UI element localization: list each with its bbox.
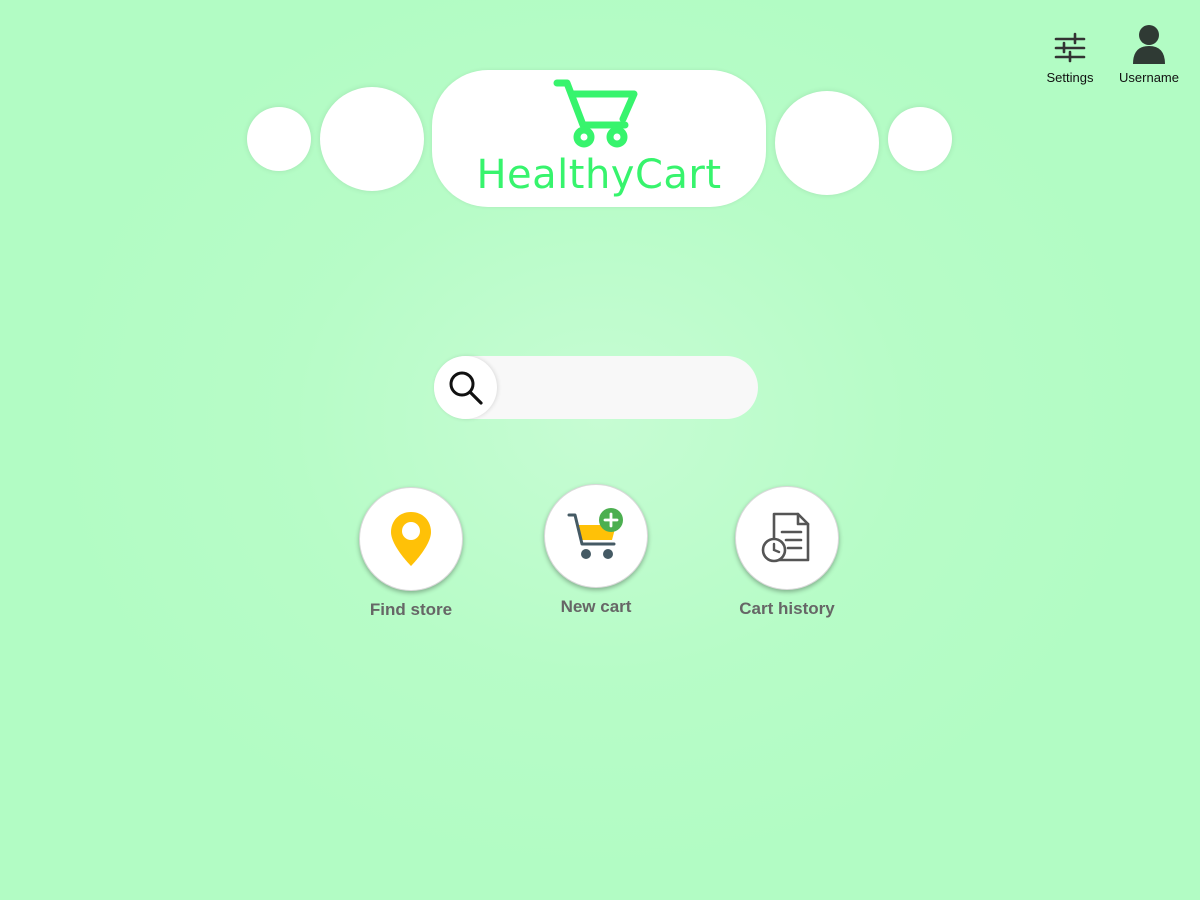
cart-history-label: Cart history [739,599,835,618]
settings-sliders-icon [1054,32,1086,63]
settings-label: Settings [1046,70,1094,85]
app-logo-text: HealthyCart [476,152,722,198]
app-logo: HealthyCart [432,70,766,207]
search-icon [449,371,483,405]
decor-bubble-small-right [888,107,952,171]
settings-button[interactable]: Settings [1025,24,1115,85]
location-pin-icon [391,512,431,566]
new-cart-circle [544,484,648,588]
find-store-circle [359,487,463,591]
user-label: Username [1119,70,1179,85]
search-input[interactable] [506,364,746,413]
decor-bubble-small-left [247,107,311,171]
decor-bubble-large-left [320,87,424,191]
new-cart-button[interactable]: New cart [516,484,676,617]
user-button[interactable]: Username [1104,24,1194,85]
user-icon [1133,25,1165,64]
decor-bubble-large-right [775,91,879,195]
add-to-cart-icon [567,508,623,559]
cart-history-button[interactable]: Cart history [707,486,867,619]
search-bar [434,356,758,419]
search-button[interactable] [434,356,497,419]
shopping-cart-icon [553,79,638,148]
find-store-label: Find store [369,600,453,619]
document-history-icon [761,512,810,563]
cart-history-circle [735,486,839,590]
find-store-button[interactable]: Find store [331,487,491,620]
new-cart-label: New cart [560,597,632,616]
